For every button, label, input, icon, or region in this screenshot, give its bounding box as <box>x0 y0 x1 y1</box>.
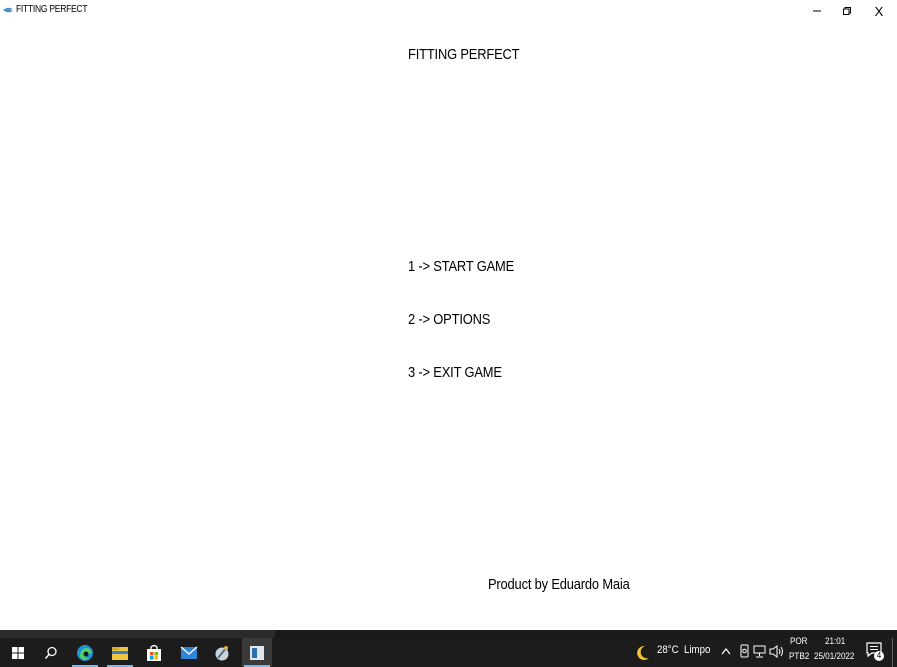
mail-icon <box>180 645 198 659</box>
volume-icon[interactable] <box>769 645 785 658</box>
language-bottom[interactable]: PTB2 <box>789 651 809 662</box>
search-icon <box>44 646 57 659</box>
clock-date[interactable]: 25/01/2022 <box>814 651 854 662</box>
weather-temp: 28°C <box>657 644 679 656</box>
menu-start-game[interactable]: 1 -> START GAME <box>408 258 514 275</box>
close-icon: X <box>874 3 884 19</box>
taskbar-file-explorer[interactable] <box>105 638 135 667</box>
weather-widget[interactable]: 28°C Limpo <box>657 644 710 656</box>
menu-options[interactable]: 2 -> OPTIONS <box>408 311 490 328</box>
window-title: FITTING PERFECT <box>16 4 88 15</box>
microsoft-store-icon <box>147 644 161 661</box>
file-explorer-icon <box>112 646 128 660</box>
weather-condition: Limpo <box>684 644 711 656</box>
show-desktop-button[interactable] <box>892 638 893 667</box>
notifications-button[interactable]: 4 <box>866 642 884 662</box>
close-button[interactable]: X <box>864 1 894 21</box>
taskbar-mail[interactable] <box>174 638 204 667</box>
meet-now-icon[interactable] <box>739 644 750 658</box>
notification-badge: 4 <box>874 651 884 661</box>
taskbar-edge[interactable] <box>70 638 100 667</box>
taskbar-game-window[interactable] <box>242 638 272 667</box>
window-titlebar[interactable]: FITTING PERFECT X <box>0 0 897 22</box>
clock-time[interactable]: 21:01 <box>825 636 845 647</box>
search-button[interactable] <box>36 638 66 667</box>
game-app-icon <box>3 7 13 13</box>
taskbar-app[interactable] <box>207 638 237 667</box>
chevron-up-icon[interactable] <box>721 647 731 655</box>
menu-exit-game[interactable]: 3 -> EXIT GAME <box>408 364 502 381</box>
game-title: FITTING PERFECT <box>408 46 520 63</box>
taskbar-store[interactable] <box>139 638 169 667</box>
app-icon <box>215 645 229 660</box>
game-window-icon <box>250 645 264 660</box>
taskbar-top-strip <box>0 630 897 638</box>
edge-browser-icon <box>77 644 93 661</box>
restore-icon <box>843 7 851 15</box>
start-button[interactable] <box>3 638 33 667</box>
moon-icon <box>637 645 649 660</box>
minimize-icon <box>813 10 821 12</box>
language-top[interactable]: POR <box>790 636 808 647</box>
restore-button[interactable] <box>832 1 862 21</box>
credit-text: Product by Eduardo Maia <box>488 576 630 593</box>
windows-start-icon <box>12 646 24 659</box>
network-icon[interactable] <box>753 645 766 658</box>
taskbar[interactable]: 28°C Limpo POR PTB2 21:01 25/01/2022 4 <box>0 636 897 667</box>
minimize-button[interactable] <box>802 1 832 21</box>
